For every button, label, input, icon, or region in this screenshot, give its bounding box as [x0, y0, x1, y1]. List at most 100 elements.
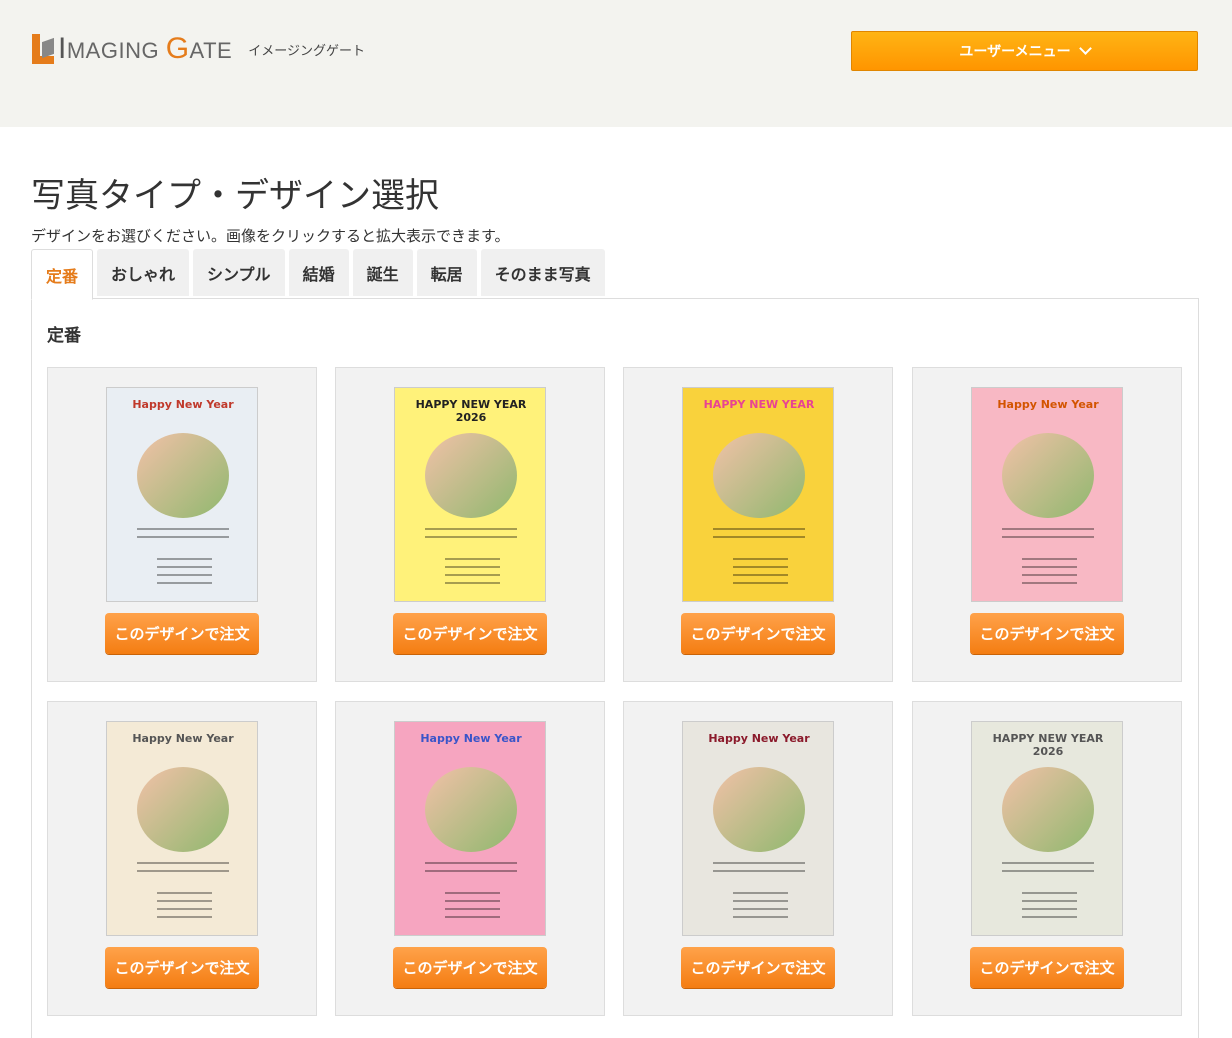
greeting-text-line: [1022, 566, 1077, 568]
greeting-text-line: [157, 558, 212, 560]
design-art-title: HAPPY NEW YEAR 2026: [992, 732, 1104, 758]
order-design-button[interactable]: このデザインで注文: [681, 613, 835, 654]
design-thumbnail[interactable]: Happy New Year: [971, 387, 1123, 602]
design-card: Happy New Year このデザインで注文: [912, 367, 1182, 682]
photo-placeholder: [137, 433, 229, 518]
greeting-text-line: [733, 900, 788, 902]
greeting-text-line: [1022, 582, 1077, 584]
greeting-text-line: [157, 574, 212, 576]
site-logo[interactable]: IMAGING GATE イメージングゲート: [32, 32, 365, 66]
design-thumbnail[interactable]: Happy New Year: [106, 721, 258, 936]
greeting-text-line: [733, 916, 788, 918]
design-thumbnail[interactable]: HAPPY NEW YEAR: [682, 387, 834, 602]
greeting-text-line: [157, 908, 212, 910]
section-title: 定番: [47, 326, 81, 346]
greeting-text-line: [733, 582, 788, 584]
design-card: Happy New Year このデザインで注文: [47, 367, 317, 682]
design-art-title: Happy New Year: [997, 398, 1099, 411]
tab-stylish[interactable]: おしゃれ: [97, 249, 190, 296]
photo-placeholder: [713, 767, 805, 852]
greeting-text-line: [445, 900, 500, 902]
tab-photo-only[interactable]: そのまま写真: [480, 249, 605, 296]
greeting-text-line: [713, 870, 805, 872]
greeting-text-line: [445, 558, 500, 560]
logo-wordmark: IMAGING GATE: [58, 32, 233, 65]
greeting-text-line: [733, 566, 788, 568]
greeting-text-line: [445, 916, 500, 918]
user-menu-label: ユーザーメニュー: [959, 44, 1071, 60]
design-card: HAPPY NEW YEAR 2026 このデザインで注文: [335, 367, 605, 682]
photo-placeholder: [425, 433, 517, 518]
design-art-title: Happy New Year: [132, 732, 234, 745]
greeting-text-line: [445, 908, 500, 910]
design-card: Happy New Year このデザインで注文: [335, 701, 605, 1016]
tab-birth[interactable]: 誕生: [352, 249, 413, 296]
greeting-text-line: [445, 574, 500, 576]
greeting-text-line: [445, 566, 500, 568]
greeting-text-line: [733, 574, 788, 576]
greeting-text-line: [1022, 558, 1077, 560]
greeting-text-line: [445, 582, 500, 584]
order-design-button[interactable]: このデザインで注文: [105, 613, 259, 654]
design-thumbnail[interactable]: HAPPY NEW YEAR 2026: [394, 387, 546, 602]
greeting-text-line: [157, 582, 212, 584]
design-art-title: Happy New Year: [420, 732, 522, 745]
design-card: Happy New Year このデザインで注文: [47, 701, 317, 1016]
page-title: 写真タイプ・デザイン選択: [31, 176, 439, 216]
greeting-text-line: [713, 528, 805, 530]
greeting-text-line: [137, 862, 229, 864]
design-art-title: Happy New Year: [132, 398, 234, 411]
greeting-text-line: [425, 528, 517, 530]
greeting-text-line: [425, 870, 517, 872]
greeting-text-line: [1022, 908, 1077, 910]
greeting-text-line: [713, 862, 805, 864]
photo-placeholder: [137, 767, 229, 852]
tab-simple[interactable]: シンプル: [193, 249, 285, 296]
chevron-down-icon: [1078, 42, 1092, 55]
greeting-text-line: [1022, 900, 1077, 902]
page-description: デザインをお選びください。画像をクリックすると拡大表示できます。: [31, 227, 510, 245]
greeting-text-line: [157, 566, 212, 568]
greeting-text-line: [157, 900, 212, 902]
order-design-button[interactable]: このデザインで注文: [105, 947, 259, 988]
design-card: Happy New Year このデザインで注文: [623, 701, 893, 1016]
order-design-button[interactable]: このデザインで注文: [393, 613, 547, 654]
greeting-text-line: [1002, 536, 1094, 538]
design-art-title: HAPPY NEW YEAR: [703, 398, 815, 411]
design-art-title: Happy New Year: [708, 732, 810, 745]
design-card: HAPPY NEW YEAR このデザインで注文: [623, 367, 893, 682]
tab-standard[interactable]: 定番: [31, 249, 94, 300]
logo-subtitle: イメージングゲート: [248, 43, 365, 59]
order-design-button[interactable]: このデザインで注文: [970, 947, 1124, 988]
greeting-text-line: [713, 536, 805, 538]
category-tabs: 定番 おしゃれ シンプル 結婚 誕生 転居 そのまま写真: [31, 249, 609, 300]
design-thumbnail[interactable]: Happy New Year: [106, 387, 258, 602]
design-thumbnail[interactable]: Happy New Year: [682, 721, 834, 936]
photo-placeholder: [713, 433, 805, 518]
photo-placeholder: [1002, 433, 1094, 518]
greeting-text-line: [445, 892, 500, 894]
design-thumbnail[interactable]: HAPPY NEW YEAR 2026: [971, 721, 1123, 936]
order-design-button[interactable]: このデザインで注文: [681, 947, 835, 988]
photo-placeholder: [1002, 767, 1094, 852]
order-design-button[interactable]: このデザインで注文: [970, 613, 1124, 654]
order-design-button[interactable]: このデザインで注文: [393, 947, 547, 988]
photo-placeholder: [425, 767, 517, 852]
tab-moving[interactable]: 転居: [416, 249, 477, 296]
greeting-text-line: [1022, 892, 1077, 894]
design-art-title: HAPPY NEW YEAR 2026: [415, 398, 527, 424]
logo-mark-icon: [32, 34, 54, 64]
greeting-text-line: [733, 892, 788, 894]
greeting-text-line: [1022, 574, 1077, 576]
greeting-text-line: [425, 536, 517, 538]
greeting-text-line: [157, 892, 212, 894]
user-menu-button[interactable]: ユーザーメニュー: [851, 31, 1198, 71]
greeting-text-line: [425, 862, 517, 864]
tab-wedding[interactable]: 結婚: [288, 249, 349, 296]
design-thumbnail[interactable]: Happy New Year: [394, 721, 546, 936]
design-card: HAPPY NEW YEAR 2026 このデザインで注文: [912, 701, 1182, 1016]
greeting-text-line: [157, 916, 212, 918]
greeting-text-line: [1022, 916, 1077, 918]
greeting-text-line: [137, 870, 229, 872]
greeting-text-line: [1002, 862, 1094, 864]
